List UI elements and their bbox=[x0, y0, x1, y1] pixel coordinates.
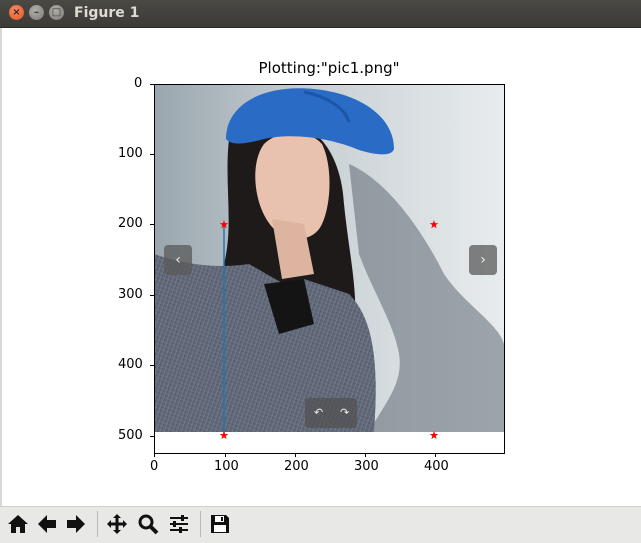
ytick-mark bbox=[150, 84, 154, 85]
rotate-controls[interactable]: ↶ ↷ bbox=[305, 398, 357, 428]
ytick-label: 100 bbox=[118, 146, 143, 161]
ytick-mark bbox=[150, 365, 154, 366]
ytick-mark bbox=[150, 436, 154, 437]
navigation-toolbar bbox=[0, 506, 641, 543]
back-button[interactable] bbox=[34, 511, 60, 537]
xtick-mark bbox=[365, 453, 366, 457]
ytick-mark bbox=[150, 224, 154, 225]
data-point-star bbox=[429, 220, 439, 229]
ytick-label: 200 bbox=[118, 216, 143, 231]
close-window-button[interactable]: × bbox=[9, 5, 24, 20]
xtick-mark bbox=[435, 453, 436, 457]
window-title: Figure 1 bbox=[74, 5, 140, 21]
save-button[interactable] bbox=[207, 511, 233, 537]
floppy-disk-icon bbox=[211, 515, 229, 533]
xtick-label: 200 bbox=[284, 459, 309, 474]
xtick-mark bbox=[154, 453, 155, 457]
sliders-icon bbox=[170, 515, 188, 533]
move-icon bbox=[107, 514, 127, 534]
maximize-window-button[interactable]: □ bbox=[49, 5, 64, 20]
pan-button[interactable] bbox=[104, 511, 130, 537]
plot-title: Plotting:"pic1.png" bbox=[258, 59, 400, 77]
ytick-label: 0 bbox=[134, 76, 143, 91]
ytick-label: 500 bbox=[118, 428, 143, 443]
ytick-label: 300 bbox=[118, 287, 143, 302]
window-left-edge bbox=[0, 28, 2, 506]
minimize-window-button[interactable]: – bbox=[29, 5, 44, 20]
magnifier-icon bbox=[138, 514, 159, 535]
xtick-label: 400 bbox=[424, 459, 449, 474]
rotate-right-icon[interactable]: ↷ bbox=[340, 398, 349, 428]
configure-subplots-button[interactable] bbox=[166, 511, 192, 537]
toolbar-separator bbox=[200, 511, 201, 537]
ytick-mark bbox=[150, 295, 154, 296]
rotate-left-icon[interactable]: ↶ bbox=[314, 398, 323, 428]
xtick-label: 100 bbox=[214, 459, 239, 474]
image-axes[interactable]: ‹ › ↶ ↷ bbox=[154, 84, 504, 453]
zoom-button[interactable] bbox=[135, 511, 161, 537]
forward-button[interactable] bbox=[63, 511, 89, 537]
home-icon bbox=[8, 515, 28, 533]
ytick-label: 400 bbox=[118, 357, 143, 372]
home-button[interactable] bbox=[5, 511, 31, 537]
arrow-left-icon bbox=[38, 515, 56, 533]
arrow-right-icon bbox=[67, 515, 85, 533]
toolbar-separator bbox=[97, 511, 98, 537]
ytick-mark bbox=[150, 154, 154, 155]
photo-next-arrow[interactable]: › bbox=[469, 245, 497, 275]
xtick-mark bbox=[225, 453, 226, 457]
xtick-mark bbox=[295, 453, 296, 457]
window-titlebar: × – □ Figure 1 bbox=[0, 0, 641, 28]
xtick-label: 0 bbox=[150, 459, 159, 474]
photo-prev-arrow[interactable]: ‹ bbox=[164, 245, 192, 275]
axes-blank-area bbox=[154, 434, 504, 453]
xtick-label: 300 bbox=[354, 459, 379, 474]
